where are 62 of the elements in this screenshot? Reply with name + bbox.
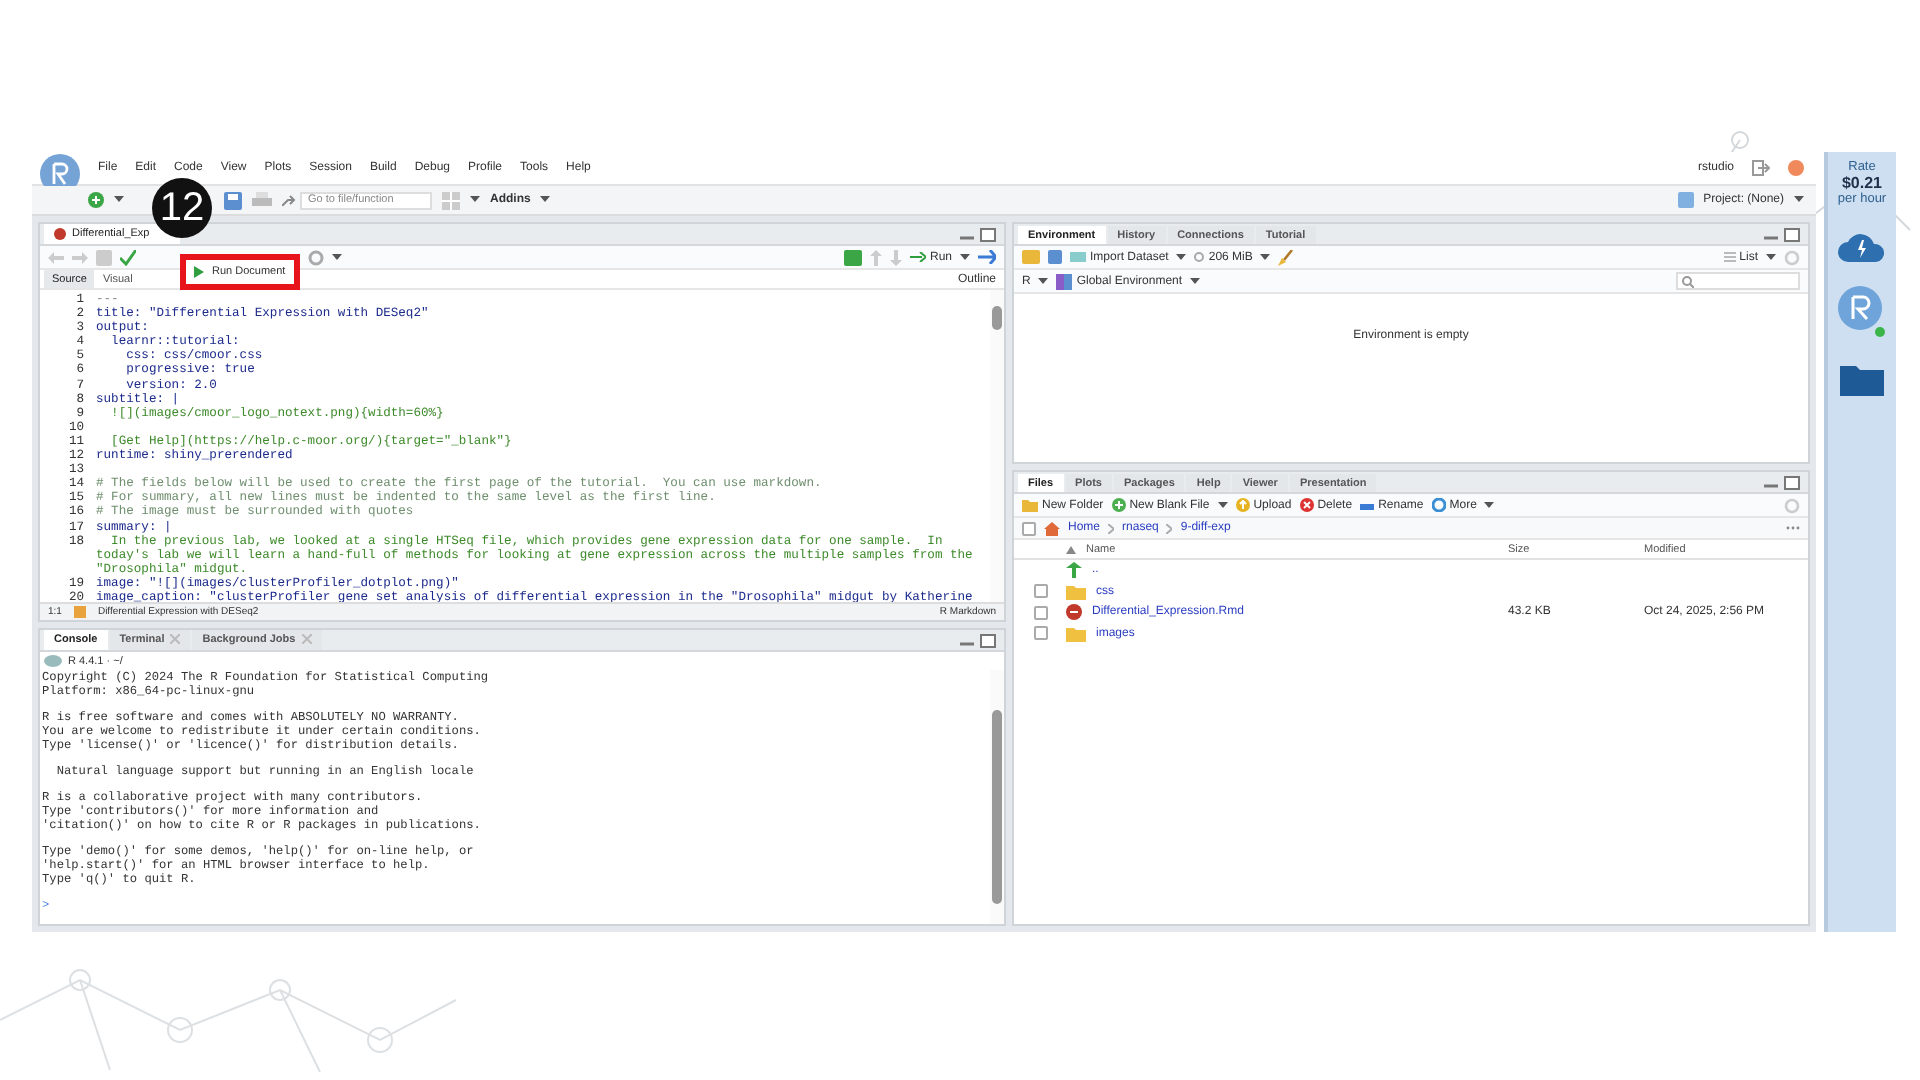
caret-icon[interactable]	[1190, 277, 1201, 285]
pie-icon	[1194, 252, 1205, 262]
arrow-icon	[909, 252, 926, 262]
go-to-arrow-icon	[282, 194, 296, 206]
environment-icon	[1056, 273, 1073, 289]
caret-icon[interactable]	[540, 196, 551, 204]
r-logo-icon[interactable]	[1838, 286, 1886, 338]
caret-icon[interactable]	[331, 253, 342, 261]
sort-ascending-icon[interactable]	[1066, 545, 1076, 553]
checkbox[interactable]	[1033, 584, 1047, 599]
broom-icon[interactable]	[1278, 249, 1295, 265]
cloud-icon[interactable]	[1838, 230, 1886, 262]
home-icon[interactable]	[1044, 521, 1060, 535]
caret-icon[interactable]	[1766, 253, 1776, 261]
document-icon	[1066, 604, 1082, 621]
caret-icon[interactable]	[470, 196, 480, 204]
maximize-icon[interactable]	[1784, 475, 1800, 489]
save-icon[interactable]	[224, 191, 242, 209]
folder-icon	[1066, 625, 1086, 642]
scrollbar[interactable]	[990, 670, 1004, 924]
insert-chunk-icon[interactable]	[843, 249, 862, 265]
up-arrow-icon[interactable]	[1066, 562, 1082, 579]
checkbox[interactable]	[1022, 521, 1036, 535]
gear-icon[interactable]	[307, 249, 324, 265]
add-icon[interactable]	[88, 192, 104, 208]
chevron-icon	[1108, 523, 1115, 533]
scrollbar[interactable]	[990, 290, 1004, 602]
re-run-icon[interactable]	[978, 250, 996, 264]
folder-icon	[1066, 583, 1086, 600]
search-icon	[1682, 275, 1694, 287]
section-icon	[73, 606, 86, 618]
power-icon[interactable]	[1788, 160, 1804, 176]
table-icon	[1070, 252, 1086, 262]
print-icon[interactable]	[252, 191, 272, 209]
rate-value: $0.21	[1841, 174, 1883, 192]
caret-icon[interactable]	[960, 253, 970, 261]
project-icon[interactable]	[1677, 192, 1694, 208]
caret-icon[interactable]	[1176, 253, 1187, 261]
checkbox[interactable]	[1033, 626, 1047, 641]
check-icon[interactable]	[120, 249, 136, 265]
caret-icon[interactable]	[1038, 277, 1049, 285]
search-field[interactable]	[1676, 272, 1800, 290]
folder-icon	[1022, 498, 1038, 512]
caret-icon[interactable]	[114, 196, 124, 204]
play-icon	[194, 265, 204, 277]
maximize-icon[interactable]	[980, 633, 996, 647]
caret-icon[interactable]	[1484, 501, 1495, 509]
grid-icon[interactable]	[442, 191, 460, 209]
caret-icon[interactable]	[1794, 196, 1804, 204]
gear-icon	[1431, 498, 1446, 512]
folder-icon[interactable]	[1840, 362, 1884, 396]
chevron-icon	[1166, 523, 1173, 533]
r-logo-icon	[44, 654, 62, 668]
list-icon	[1723, 252, 1736, 262]
maximize-icon[interactable]	[980, 227, 996, 241]
rename-icon	[1360, 498, 1375, 512]
sign-out-icon[interactable]	[1752, 160, 1770, 176]
caret-icon[interactable]	[1217, 501, 1228, 509]
caret-icon[interactable]	[1260, 253, 1271, 261]
document-icon	[54, 227, 66, 239]
maximize-icon[interactable]	[1784, 227, 1800, 241]
checkbox[interactable]	[1033, 605, 1047, 620]
